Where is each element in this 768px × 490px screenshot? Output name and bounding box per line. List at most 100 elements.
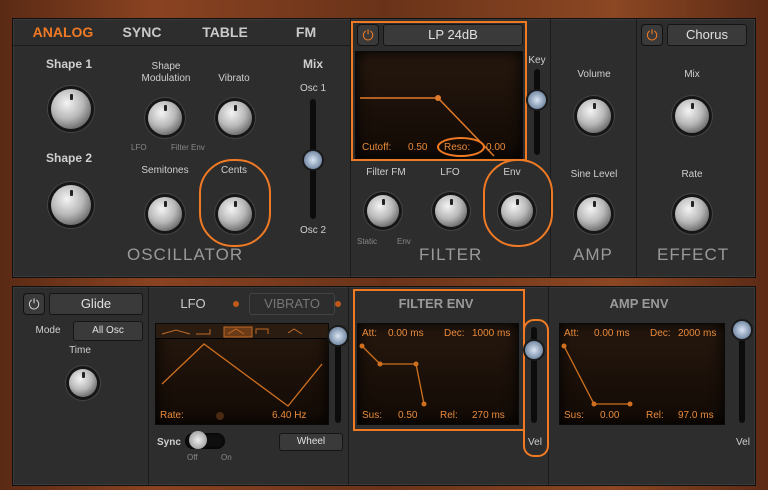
sync-label: Sync	[157, 437, 181, 448]
sync-toggle-knob	[189, 431, 207, 449]
vibrato-tab[interactable]: VIBRATO	[249, 293, 335, 315]
filter-title: FILTER	[419, 245, 483, 264]
lfo-slider-thumb[interactable]	[329, 327, 347, 345]
effect-power-icon[interactable]: ⏻	[641, 24, 663, 46]
shape-mod-filterenv: Filter Env	[171, 143, 205, 152]
env-highlight	[483, 159, 553, 247]
glide-time-knob[interactable]	[69, 369, 97, 397]
fenv-att-value[interactable]: 0.00 ms	[388, 328, 424, 339]
aenv-dec-value[interactable]: 2000 ms	[678, 328, 716, 339]
shape2-label: Shape 2	[45, 151, 93, 165]
vibrato-knob[interactable]	[218, 101, 252, 135]
bottom-panel: ⏻ Glide Mode All Osc Time LFO VIBRATO Ra…	[12, 286, 756, 486]
mix-slider-thumb[interactable]	[304, 151, 322, 169]
effect-section: ⏻ Chorus Mix Rate EFFECT	[637, 19, 755, 277]
fenv-dec-value[interactable]: 1000 ms	[472, 328, 510, 339]
filter-fm-knob[interactable]	[367, 195, 399, 227]
amp-env-section: AMP ENV Att: 0.00 ms Dec: 2000 ms Sus: 0…	[549, 287, 755, 485]
shape1-knob[interactable]	[51, 89, 91, 129]
vibrato-label: Vibrato	[218, 73, 250, 84]
glide-mode-select[interactable]: All Osc	[73, 321, 143, 341]
filter-display-highlight	[351, 21, 527, 161]
effect-rate-label: Rate	[681, 169, 703, 180]
lfo-section: LFO VIBRATO Rate: 6.40 Hz Sync Off On Wh…	[149, 287, 349, 485]
env-small-label: Env	[397, 237, 411, 246]
wheel-button[interactable]: Wheel	[279, 433, 343, 451]
lfo-tab[interactable]: LFO	[163, 293, 223, 315]
oscillator-section: ANALOG SYNC TABLE FM Shape 1 Shape 2 Sha…	[13, 19, 351, 277]
fenv-vel-thumb[interactable]	[525, 341, 543, 359]
effect-title: EFFECT	[657, 245, 730, 264]
aenv-dec-label: Dec:	[650, 328, 671, 339]
osc2-label: Osc 2	[299, 225, 327, 236]
shape1-label: Shape 1	[45, 57, 93, 71]
fenv-sus-label: Sus:	[362, 410, 383, 421]
effect-mix-knob[interactable]	[675, 99, 709, 133]
lfo-rate-label: Rate:	[160, 410, 184, 421]
shape-mod-lfo: LFO	[131, 143, 147, 152]
fenv-sus-value[interactable]: 0.50	[398, 410, 417, 421]
fenv-att-label: Att:	[362, 328, 378, 339]
glide-section: ⏻ Glide Mode All Osc Time	[13, 287, 149, 485]
amp-env-display: Att: 0.00 ms Dec: 2000 ms Sus: 0.00 Rel:…	[559, 323, 725, 425]
key-label: Key	[528, 55, 546, 66]
filter-env-title: FILTER ENV	[398, 296, 474, 311]
sync-toggle[interactable]	[185, 431, 225, 449]
amp-title: AMP	[573, 245, 613, 264]
filter-lfo-label: LFO	[440, 167, 460, 178]
shape-mod-text: Shape Modulation	[141, 61, 191, 84]
aenv-sus-label: Sus:	[564, 410, 585, 421]
filter-env-section: FILTER ENV Att: 0.00 ms Dec: 1000 ms Sus…	[349, 287, 549, 485]
aenv-vel-label: Vel	[736, 437, 750, 448]
effect-rate-knob[interactable]	[675, 197, 709, 231]
tab-sync[interactable]: SYNC	[105, 21, 179, 43]
cents-highlight	[199, 159, 271, 247]
sync-on-label: On	[221, 453, 232, 462]
lfo-rate-dot-icon	[216, 412, 224, 420]
aenv-sus-value[interactable]: 0.00	[600, 410, 619, 421]
vibrato-dot-icon	[335, 301, 341, 307]
aenv-vel-thumb[interactable]	[733, 321, 751, 339]
filter-section: ⏻ LP 24dB Cutoff: 0.50 Reso: 0.00 Key Fi…	[351, 19, 553, 277]
tab-fm[interactable]: FM	[271, 21, 341, 43]
filter-lfo-knob[interactable]	[435, 195, 467, 227]
sine-level-knob[interactable]	[577, 197, 611, 231]
glide-power-icon[interactable]: ⏻	[23, 293, 45, 315]
aenv-rel-value[interactable]: 97.0 ms	[678, 410, 714, 421]
lfo-waveform	[161, 326, 323, 407]
fenv-rel-label: Rel:	[440, 410, 458, 421]
mix-label: Mix	[302, 57, 323, 71]
lfo-rate-value[interactable]: 6.40 Hz	[272, 410, 306, 421]
filter-env-display: Att: 0.00 ms Dec: 1000 ms Sus: 0.50 Rel:…	[357, 323, 519, 425]
aenv-rel-label: Rel:	[646, 410, 664, 421]
shape-mod-knob[interactable]	[148, 101, 182, 135]
oscillator-title: OSCILLATOR	[127, 245, 244, 264]
aenv-att-value[interactable]: 0.00 ms	[594, 328, 630, 339]
filter-fm-label: Filter FM	[366, 167, 406, 178]
aenv-att-label: Att:	[564, 328, 580, 339]
filter-env-curve	[359, 343, 427, 407]
tab-table[interactable]: TABLE	[185, 21, 265, 43]
tab-analog[interactable]: ANALOG	[23, 21, 103, 43]
glide-mode-label: Mode	[35, 325, 61, 336]
effect-type-button[interactable]: Chorus	[667, 24, 747, 46]
glide-button[interactable]: Glide	[49, 293, 143, 315]
amp-env-title: AMP ENV	[609, 296, 669, 311]
lfo-display: Rate: 6.40 Hz	[155, 323, 329, 425]
key-slider-thumb[interactable]	[528, 91, 546, 109]
sync-off-label: Off	[187, 453, 198, 462]
key-slider-track[interactable]	[534, 69, 540, 155]
volume-label: Volume	[577, 69, 611, 80]
aenv-vel-track[interactable]	[739, 327, 745, 423]
volume-knob[interactable]	[577, 99, 611, 133]
semitones-label: Semitones	[141, 165, 189, 176]
lfo-dot-icon	[233, 301, 239, 307]
shape2-knob[interactable]	[51, 185, 91, 225]
glide-time-label: Time	[69, 345, 91, 356]
fenv-vel-label: Vel	[528, 437, 542, 448]
amp-section: Volume Sine Level AMP	[551, 19, 637, 277]
amp-env-curve	[561, 343, 633, 407]
fenv-rel-value[interactable]: 270 ms	[472, 410, 505, 421]
semitones-knob[interactable]	[148, 197, 182, 231]
osc1-label: Osc 1	[299, 83, 327, 94]
